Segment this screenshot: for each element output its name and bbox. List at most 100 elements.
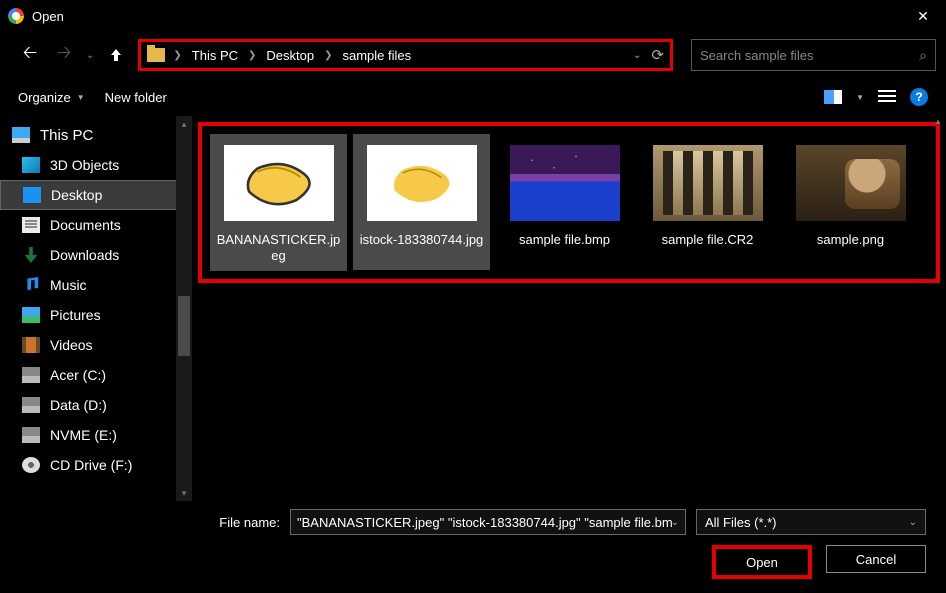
file-label: sample.png [784,232,917,264]
file-item[interactable]: sample file.bmp [496,134,633,270]
sidebar-root-label: This PC [40,127,93,144]
file-thumbnail [355,140,488,226]
cancel-label: Cancel [856,552,896,567]
file-label: BANANASTICKER.jpeg [212,232,345,265]
view-preview-icon[interactable] [878,90,896,104]
help-button[interactable]: ? [910,88,928,106]
chrome-icon [8,8,24,24]
filename-value: "BANANASTICKER.jpeg" "istock-183380744.j… [297,515,673,530]
filter-value: All Files (*.*) [705,515,777,530]
filename-label: File name: [0,515,280,530]
search-input[interactable] [700,48,919,63]
sidebar-item-label: Acer (C:) [50,367,106,383]
view-dropdown[interactable]: ▼ [856,93,864,102]
back-button[interactable]: 🡠 [18,43,42,67]
breadcrumb-item[interactable]: sample files [337,44,418,67]
sidebar-item-music[interactable]: Music [0,270,192,300]
cancel-button[interactable]: Cancel [826,545,926,573]
sidebar-item-3d-objects[interactable]: 3D Objects [0,150,192,180]
file-thumbnail [641,140,774,226]
breadcrumb-item[interactable]: This PC [186,44,244,67]
sidebar-item-label: Desktop [51,187,102,203]
close-button[interactable]: ✕ [900,0,946,32]
sidebar-item-pictures[interactable]: Pictures [0,300,192,330]
open-button[interactable]: Open [712,545,812,579]
sidebar-item-label: NVME (E:) [50,427,117,443]
sidebar-item-documents[interactable]: Documents [0,210,192,240]
open-label: Open [746,555,778,570]
filename-dropdown[interactable]: ⌄ [671,517,679,528]
scroll-up-icon[interactable]: ▴ [176,116,192,132]
file-label: sample file.CR2 [641,232,774,264]
chevron-right-icon: ❯ [246,50,258,61]
sidebar-item-desktop[interactable]: Desktop [0,180,192,210]
music-icon [22,277,40,293]
sidebar-scrollbar[interactable]: ▴ ▾ [176,116,192,501]
scroll-down-icon[interactable]: ▾ [176,485,192,501]
file-thumbnail [784,140,917,226]
drive-icon [22,427,40,443]
sidebar-item-label: Downloads [50,247,119,263]
sidebar-item-label: Data (D:) [50,397,107,413]
chevron-down-icon: ▼ [77,93,85,102]
window-title: Open [32,9,64,24]
history-dropdown[interactable]: ⌄ [86,50,94,61]
filename-input[interactable]: "BANANASTICKER.jpeg" "istock-183380744.j… [290,509,686,535]
sidebar-item-downloads[interactable]: Downloads [0,240,192,270]
sidebar-item-label: 3D Objects [50,157,119,173]
file-item[interactable]: sample.png [782,134,919,270]
file-label: sample file.bmp [498,232,631,264]
file-thumbnail [498,140,631,226]
sidebar-item-label: Documents [50,217,121,233]
chevron-right-icon: ❯ [322,50,334,61]
sidebar-root[interactable]: This PC [0,120,192,150]
address-dropdown[interactable]: ⌄ [633,50,641,61]
nav-row: 🡠 🡢 ⌄ ❯ This PC ❯ Desktop ❯ sample files… [0,32,946,78]
sidebar-item-cd-drive-f-[interactable]: CD Drive (F:) [0,450,192,480]
content-scroll-up[interactable]: ▴ [930,116,946,136]
cd-icon [22,457,40,473]
view-thumbnails-icon[interactable] [824,90,842,104]
file-thumbnail [212,140,345,226]
file-item[interactable]: istock-183380744.jpg [353,134,490,270]
file-item[interactable]: sample file.CR2 [639,134,776,270]
down-icon [22,247,40,263]
breadcrumb-item[interactable]: Desktop [260,44,320,67]
chevron-down-icon: ⌄ [909,517,917,528]
main-area: This PC 3D Objects Desktop Documents Downloa… [0,116,946,501]
organize-label: Organize [18,90,71,105]
sidebar-item-data-d-[interactable]: Data (D:) [0,390,192,420]
address-bar[interactable]: ❯ This PC ❯ Desktop ❯ sample files ⌄ ⟳ [138,39,673,71]
organize-menu[interactable]: Organize ▼ [18,90,85,105]
search-box[interactable]: ⌕ [691,39,936,71]
drive-icon [22,397,40,413]
up-button[interactable] [104,43,128,67]
search-icon: ⌕ [919,47,927,64]
vid-icon [22,337,40,353]
sidebar-item-label: Videos [50,337,93,353]
file-label: istock-183380744.jpg [355,232,488,264]
sidebar-item-label: CD Drive (F:) [50,457,132,473]
sidebar-item-nvme-e-[interactable]: NVME (E:) [0,420,192,450]
new-folder-button[interactable]: New folder [105,90,167,105]
folder-icon [147,48,165,62]
toolbar: Organize ▼ New folder ▼ ? [0,78,946,116]
sidebar-item-label: Pictures [50,307,101,323]
sidebar-item-acer-c-[interactable]: Acer (C:) [0,360,192,390]
new-folder-label: New folder [105,90,167,105]
forward-button[interactable]: 🡢 [52,43,76,67]
file-item[interactable]: BANANASTICKER.jpeg [210,134,347,271]
sidebar-item-videos[interactable]: Videos [0,330,192,360]
doc-icon [22,217,40,233]
cube-icon [22,157,40,173]
pc-icon [12,127,30,143]
refresh-button[interactable]: ⟳ [651,46,664,64]
pic-icon [22,307,40,323]
scroll-thumb[interactable] [178,296,190,356]
drive-icon [22,367,40,383]
sidebar: This PC 3D Objects Desktop Documents Downloa… [0,116,192,501]
file-pane[interactable]: BANANASTICKER.jpeg istock-183380744.jpg sa… [192,116,946,501]
filter-select[interactable]: All Files (*.*) ⌄ [696,509,926,535]
footer: File name: "BANANASTICKER.jpeg" "istock-… [0,501,946,587]
chevron-right-icon: ❯ [171,50,183,61]
